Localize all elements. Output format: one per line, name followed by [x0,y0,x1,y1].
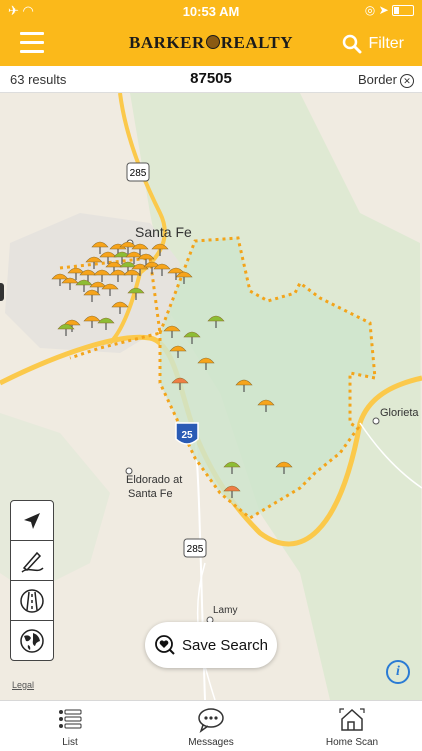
filter-label: Filter [368,35,404,52]
nav-bar: BARKER REALTY Filter [0,22,422,66]
status-bar: ✈ ◠ 10:53 AM ◎ ➤ [0,0,422,22]
tab-list[interactable]: List [0,701,140,751]
highway-285-shield-bottom: 285 [183,538,207,558]
map-canvas[interactable]: 285 285 25 Santa Fe Eldorado at Santa Fe… [0,93,422,700]
list-icon [59,709,82,729]
eldorado-label-2: Santa Fe [128,488,173,500]
road-icon [20,588,44,613]
heart-pin-icon [155,635,175,655]
satellite-button[interactable] [11,621,53,660]
globe-icon [20,628,44,653]
locate-arrow-icon [24,512,40,529]
road-layer-button[interactable] [11,581,53,621]
interstate-label: 25 [181,430,193,441]
tab-home-scan-label: Home Scan [325,737,379,748]
draw-pencil-icon [21,551,44,573]
hwy-285-label-bottom: 285 [187,544,204,555]
battery-icon [392,5,414,17]
close-icon[interactable]: ✕ [400,74,414,88]
map-tools [10,500,54,661]
city-label: Santa Fe [135,224,192,240]
filter-button[interactable]: Filter [342,34,404,54]
status-time: 10:53 AM [182,4,240,19]
house-scan-icon [339,708,365,731]
legal-link[interactable]: Legal [12,680,34,690]
chat-bubble-icon [198,708,224,733]
glorieta-label: Glorieta [380,407,419,419]
seal-icon [205,35,220,49]
locate-button[interactable] [11,501,53,541]
results-bar: 63 results 87505 Border ✕ [0,66,422,93]
map-view[interactable]: 285 285 25 Santa Fe Eldorado at Santa Fe… [0,93,422,700]
search-icon [343,34,362,54]
glorieta-dot [372,417,380,425]
tab-home-scan[interactable]: Home Scan [282,701,422,751]
drawer-handle[interactable] [0,283,4,301]
save-search-button[interactable]: Save Search [145,622,277,668]
tab-messages-label: Messages [188,737,234,748]
border-label: Border [357,72,397,87]
tab-bar: List Messages Home Scan [0,700,422,751]
save-search-label: Save Search [182,636,268,654]
draw-button[interactable] [11,541,53,581]
eldorado-label-1: Eldorado at [126,474,182,486]
highway-285-shield: 285 [126,162,150,182]
interstate-25-shield: 25 [175,422,199,445]
info-icon[interactable]: i [386,660,410,684]
brand-left: BARKER [128,33,205,52]
tab-list-label: List [62,737,78,748]
hwy-285-label: 285 [130,168,147,179]
brand-right: REALTY [220,33,294,52]
tab-messages[interactable]: Messages [141,701,281,751]
status-right-icons: ◎ ➤ [365,3,414,17]
border-toggle[interactable]: Border ✕ [358,72,414,88]
lamy-label: Lamy [213,605,237,616]
eldorado-dot [125,467,133,475]
